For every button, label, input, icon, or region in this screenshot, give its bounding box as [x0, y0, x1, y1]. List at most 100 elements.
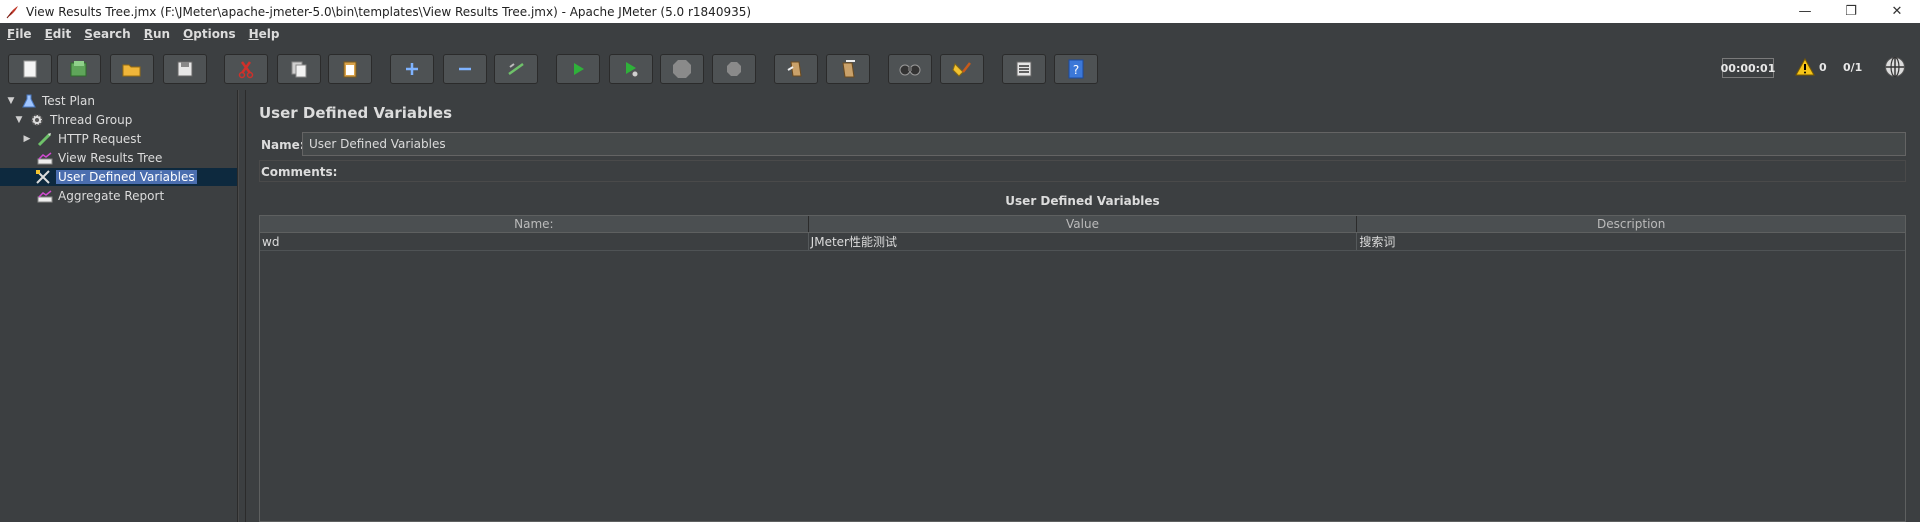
column-header-description[interactable]: Description	[1357, 216, 1905, 232]
menu-help-mnemonic: H	[248, 26, 259, 41]
split-pane-divider[interactable]	[238, 90, 246, 522]
comments-field[interactable]	[259, 160, 1906, 182]
collapsed-arrow-icon[interactable]: ▶	[22, 134, 32, 144]
menu-options[interactable]: Options	[176, 27, 242, 41]
tree-item-label: Thread Group	[50, 113, 133, 127]
search-icon	[899, 64, 921, 76]
restore-button[interactable]: ❐	[1828, 0, 1874, 23]
menu-edit-label: dit	[52, 26, 72, 41]
menu-search[interactable]: Search	[77, 27, 136, 41]
menu-edit[interactable]: Edit	[38, 27, 78, 41]
warning-icon	[1795, 58, 1815, 76]
shutdown-button[interactable]	[712, 54, 756, 84]
toggle-button[interactable]	[494, 54, 538, 84]
templates-button[interactable]	[57, 54, 101, 84]
clear-icon	[787, 61, 802, 77]
expand-all-button[interactable]	[390, 54, 434, 84]
start-button[interactable]	[556, 54, 600, 84]
menu-search-mnemonic: S	[84, 26, 93, 41]
user-defined-variables-panel: User Defined Variables Name: User Define…	[247, 90, 1920, 522]
tree-item-view-results-tree[interactable]: View Results Tree	[36, 149, 162, 167]
cut-button[interactable]	[224, 54, 268, 84]
menu-search-label: earch	[92, 26, 131, 41]
jmeter-feather-icon	[4, 4, 20, 20]
menu-help[interactable]: Help	[242, 27, 286, 41]
tree-item-label: User Defined Variables	[56, 170, 197, 184]
comments-label: Comments:	[261, 165, 338, 179]
menu-file[interactable]: File	[0, 27, 38, 41]
start-no-pauses-button[interactable]	[609, 54, 653, 84]
menu-help-label: elp	[258, 26, 280, 41]
tree-item-label: Aggregate Report	[58, 189, 165, 203]
warnings-count: 0	[1819, 60, 1827, 74]
name-label: Name:	[261, 138, 305, 152]
remote-globe-icon[interactable]	[1884, 56, 1906, 78]
paste-icon	[343, 61, 357, 78]
function-helper-icon	[1016, 61, 1032, 77]
minimize-button[interactable]: —	[1782, 0, 1828, 23]
title-bar: View Results Tree.jmx (F:\JMeter\apache-…	[0, 0, 1920, 23]
new-button[interactable]	[8, 54, 52, 84]
cell-value[interactable]: JMeter性能测试	[809, 233, 1358, 250]
tree-item-test-plan[interactable]: ▼ Test Plan	[6, 92, 95, 110]
menu-edit-mnemonic: E	[44, 26, 53, 41]
cut-icon	[238, 61, 254, 79]
warnings-indicator[interactable]: 0	[1795, 58, 1827, 76]
paste-button[interactable]	[328, 54, 372, 84]
menu-bar: File Edit Search Run Options Help	[0, 23, 1920, 44]
cell-name[interactable]: wd	[260, 233, 809, 250]
tree-item-thread-group[interactable]: ▼ Thread Group	[14, 111, 133, 129]
thread-group-icon	[28, 111, 46, 129]
listener-icon	[36, 187, 54, 205]
name-field[interactable]: User Defined Variables	[302, 132, 1906, 156]
window-title: View Results Tree.jmx (F:\JMeter\apache-…	[26, 4, 752, 19]
search-button[interactable]	[888, 54, 932, 84]
tree-item-aggregate-report[interactable]: Aggregate Report	[36, 187, 164, 205]
expand-arrow-icon[interactable]: ▼	[6, 96, 16, 106]
table-row[interactable]: wd JMeter性能测试 搜索词	[260, 233, 1905, 251]
tree-item-label: HTTP Request	[58, 132, 142, 146]
listener-icon	[36, 149, 54, 167]
stop-button[interactable]	[660, 54, 704, 84]
collapse-all-button[interactable]	[443, 54, 487, 84]
cell-description[interactable]: 搜索词	[1357, 233, 1905, 250]
toolbar: ? 00:00:01 0 0/1	[0, 44, 1920, 90]
menu-options-mnemonic: O	[183, 26, 194, 41]
stop-icon	[673, 60, 691, 78]
column-header-name[interactable]: Name:	[260, 216, 809, 232]
menu-run[interactable]: Run	[137, 27, 176, 41]
tree-item-label: View Results Tree	[58, 151, 163, 165]
copy-icon	[291, 61, 307, 78]
clear-all-button[interactable]	[826, 54, 870, 84]
open-button[interactable]	[110, 54, 154, 84]
variables-table-title: User Defined Variables	[1005, 194, 1160, 208]
menu-file-mnemonic: F	[7, 26, 16, 41]
reset-search-icon	[952, 62, 971, 77]
save-button[interactable]	[163, 54, 207, 84]
collapse-icon	[459, 67, 471, 71]
copy-button[interactable]	[277, 54, 321, 84]
shutdown-icon	[727, 62, 741, 76]
test-plan-icon	[20, 92, 38, 110]
help-icon: ?	[1068, 59, 1084, 79]
tree-item-user-defined-variables[interactable]: User Defined Variables	[0, 168, 237, 186]
reset-search-button[interactable]	[940, 54, 984, 84]
expand-arrow-icon[interactable]: ▼	[14, 115, 24, 125]
http-request-icon	[36, 130, 54, 148]
column-header-value[interactable]: Value	[809, 216, 1358, 232]
name-field-value: User Defined Variables	[309, 137, 446, 151]
menu-run-label: un	[152, 26, 171, 41]
config-element-icon	[34, 168, 52, 186]
close-button[interactable]: ✕	[1874, 0, 1920, 23]
templates-icon	[70, 61, 87, 77]
tree-item-http-request[interactable]: ▶ HTTP Request	[22, 130, 141, 148]
toggle-icon	[508, 62, 524, 76]
test-plan-tree: ▼ Test Plan ▼ Thread Group ▶ HTTP Reques…	[0, 90, 238, 522]
help-button[interactable]: ?	[1054, 54, 1098, 84]
clear-button[interactable]	[774, 54, 818, 84]
menu-options-label: ptions	[193, 26, 236, 41]
function-helper-button[interactable]	[1002, 54, 1046, 84]
menu-run-mnemonic: R	[143, 26, 153, 41]
active-threads: 0/1	[1843, 61, 1863, 74]
elapsed-timer: 00:00:01	[1721, 58, 1775, 78]
